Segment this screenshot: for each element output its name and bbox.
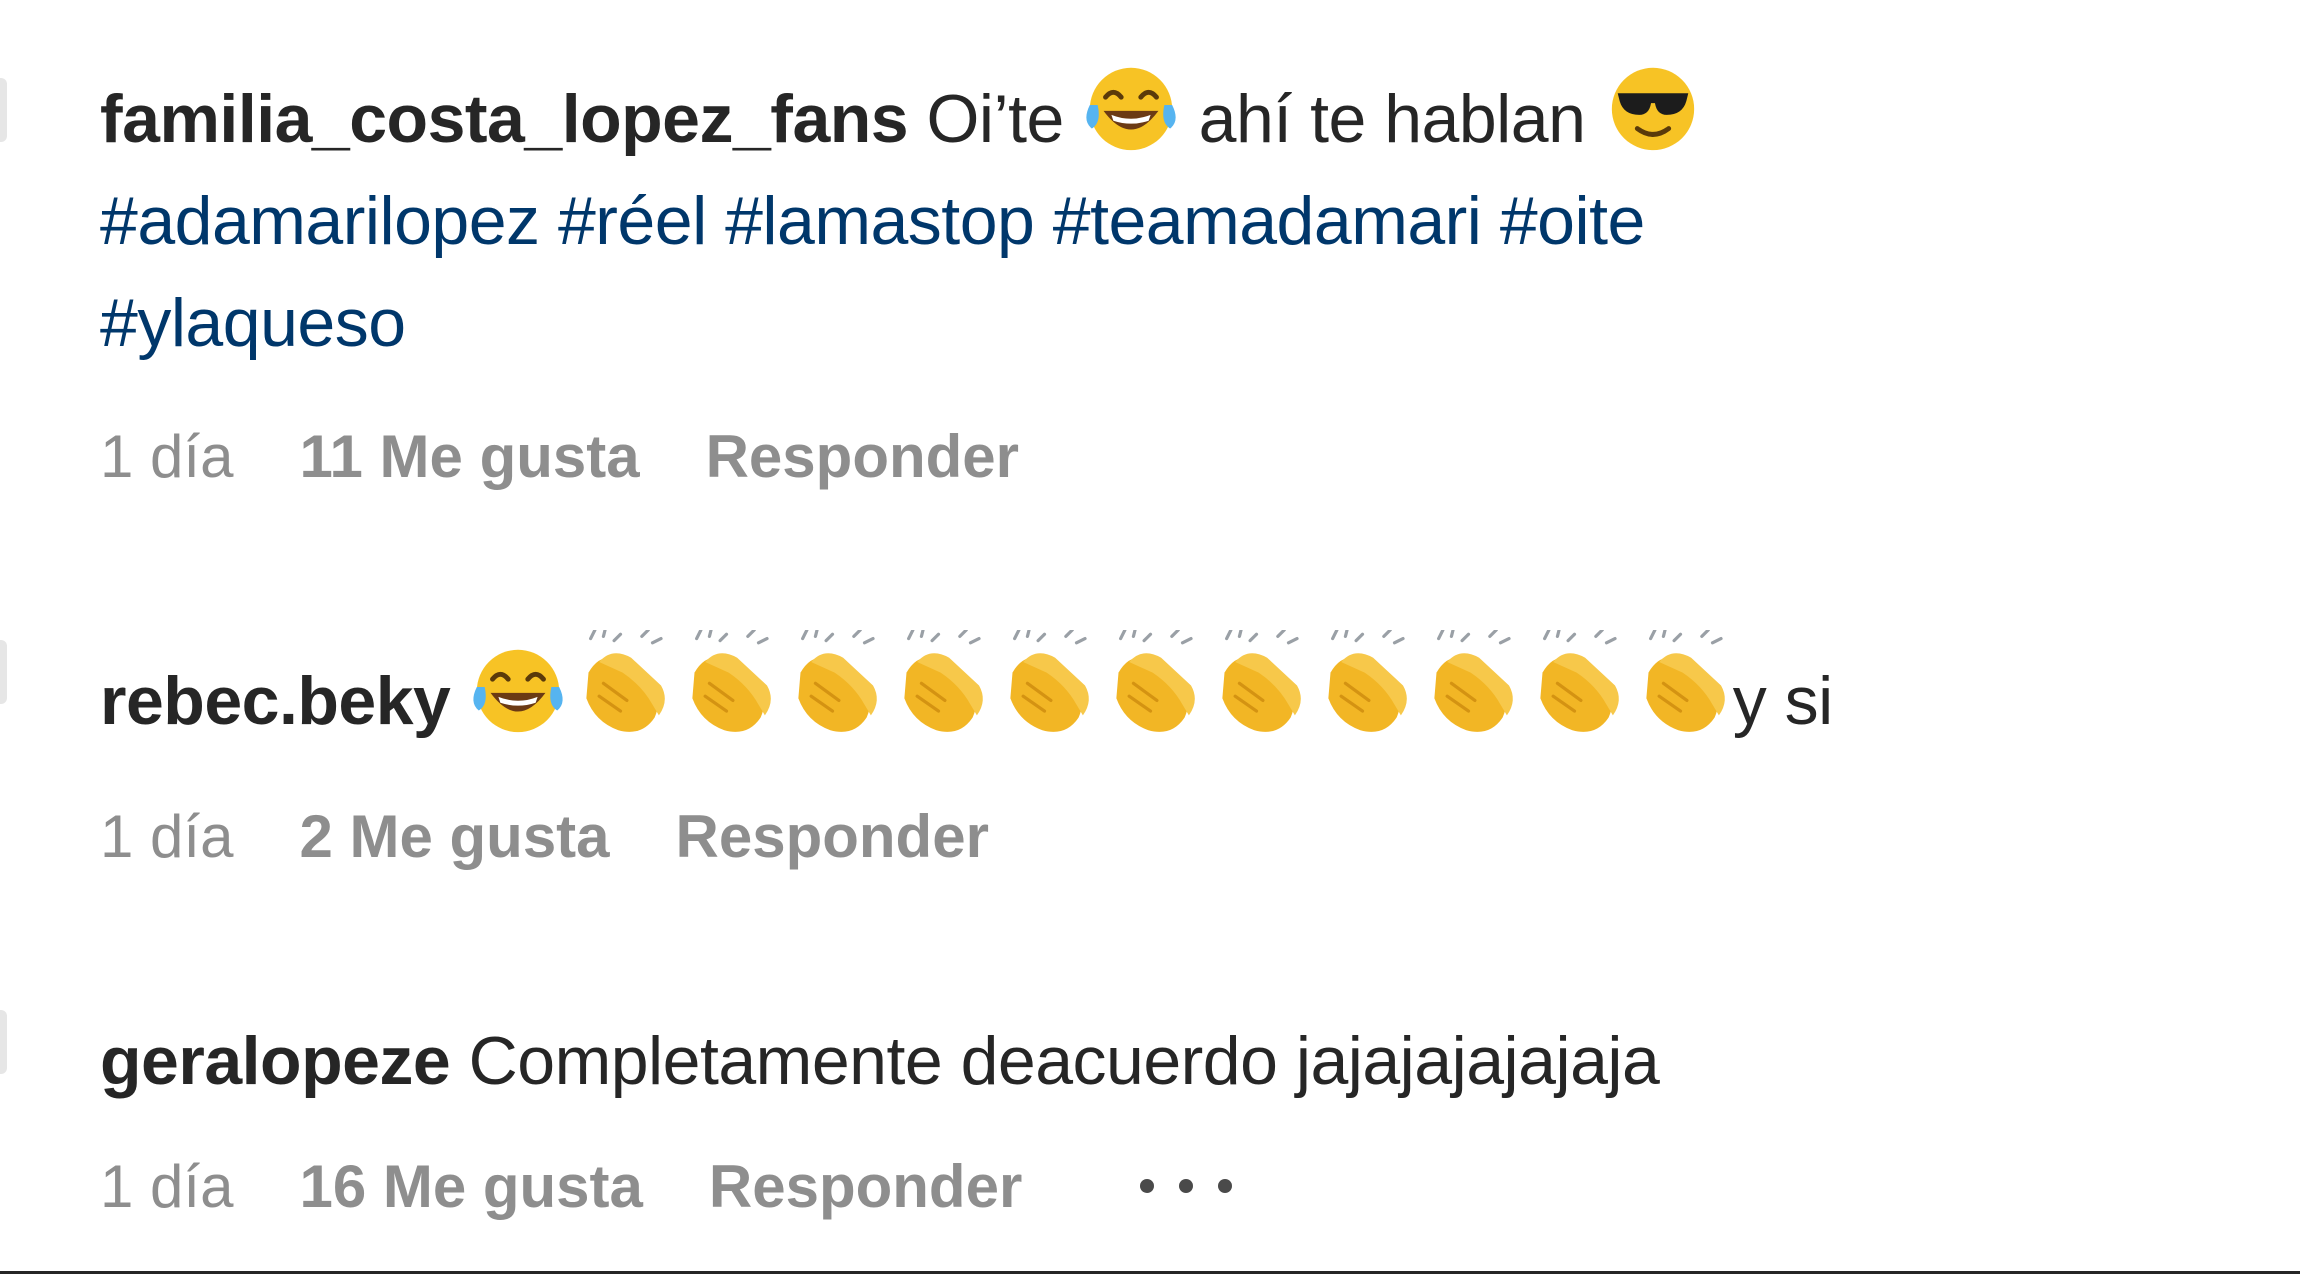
clapping-hands-icon (1646, 630, 1725, 732)
comment-meta: 1 día 16 Me gusta Responder (100, 1142, 2100, 1232)
comment-time[interactable]: 1 día (100, 1142, 233, 1232)
clapping-hands-icon (1434, 630, 1513, 732)
comment-meta: 1 día 11 Me gusta Responder (100, 412, 2100, 502)
face-with-tears-of-joy-icon (1086, 67, 1176, 151)
clapping-hands-icon (1116, 630, 1195, 732)
comment-likes[interactable]: 2 Me gusta (299, 792, 609, 882)
comment-text: Oi’te (926, 81, 1065, 157)
divider (0, 1271, 2300, 1274)
comment-likes[interactable]: 11 Me gusta (299, 412, 639, 502)
comment-username[interactable]: familia_costa_lopez_fans (100, 81, 909, 157)
comment-username[interactable]: rebec.beky (100, 663, 451, 739)
comment-username[interactable]: geralopeze (100, 1023, 451, 1099)
comment: rebec.beky y si 1 día 2 Me gusta Responder (100, 630, 2100, 882)
comment: geralopeze Completamente deacuerdo jajaj… (100, 1010, 2100, 1232)
hashtag-link[interactable]: #adamarilopez (100, 183, 540, 259)
clapping-hands-icon (586, 630, 665, 732)
comment-meta: 1 día 2 Me gusta Responder (100, 792, 2100, 882)
comment-body: geralopeze Completamente deacuerdo jajaj… (100, 1010, 2100, 1112)
clapping-hands-icon (1010, 630, 1089, 732)
hashtag-link[interactable]: #ylaqueso (100, 285, 406, 361)
clapping-hands-icon (692, 630, 771, 732)
reply-button[interactable]: Responder (676, 792, 989, 882)
comments-panel: familia_costa_lopez_fans Oi’te ahí te ha… (0, 0, 2300, 1280)
hashtag-link[interactable]: #oite (1500, 183, 1645, 259)
clapping-hands-icon (904, 630, 983, 732)
reply-button[interactable]: Responder (706, 412, 1019, 502)
hashtag-link[interactable]: #lamastop (725, 183, 1035, 259)
comment-time[interactable]: 1 día (100, 412, 233, 502)
comment-text: y si (1732, 663, 1834, 739)
comment-body: rebec.beky y si (100, 630, 2100, 752)
clapping-hands-icon (1222, 630, 1301, 732)
comment-likes[interactable]: 16 Me gusta (299, 1142, 642, 1232)
clapping-hands-icon (1328, 630, 1407, 732)
clapping-hands-row (567, 630, 1733, 739)
left-edge-marker (0, 1010, 7, 1074)
hashtag-link[interactable]: #teamadamari (1053, 183, 1482, 259)
comment-time[interactable]: 1 día (100, 792, 233, 882)
hashtag-link[interactable]: #réel (558, 183, 707, 259)
comment: familia_costa_lopez_fans Oi’te ahí te ha… (100, 58, 2100, 502)
comment-text: Completamente deacuerdo jajajajajajaja (468, 1023, 1660, 1099)
comment-text: ahí te hablan (1198, 81, 1586, 157)
clapping-hands-icon (1540, 630, 1619, 732)
comment-body: familia_costa_lopez_fans Oi’te ahí te ha… (100, 58, 2100, 374)
left-edge-marker (0, 78, 7, 142)
clapping-hands-icon (798, 630, 877, 732)
left-edge-marker (0, 640, 7, 704)
smiling-face-with-sunglasses-icon (1611, 67, 1694, 151)
face-with-tears-of-joy-icon (473, 649, 563, 733)
more-options-icon[interactable] (1140, 1179, 1236, 1195)
reply-button[interactable]: Responder (709, 1142, 1022, 1232)
